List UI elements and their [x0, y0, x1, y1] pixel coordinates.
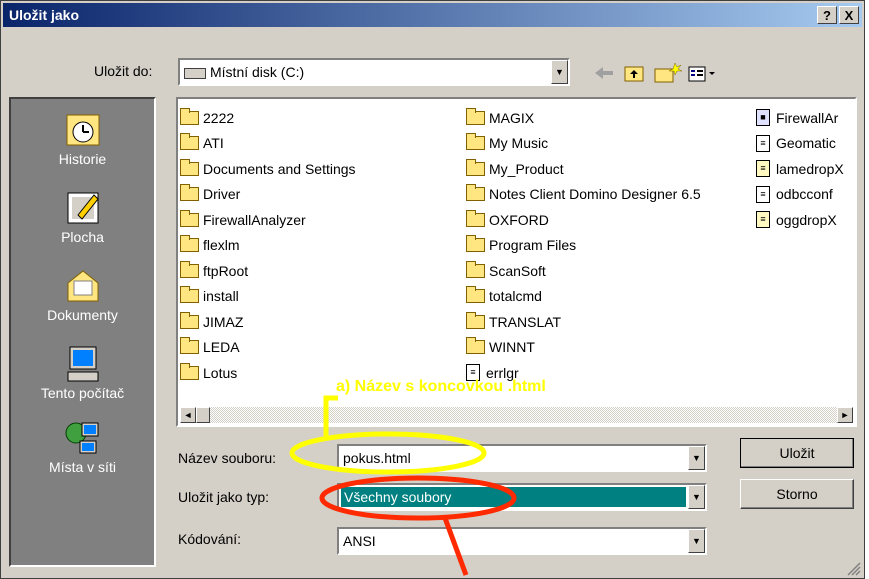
- annotation-shapes: [289, 395, 517, 576]
- annotation-ellipse-filename: [289, 431, 487, 475]
- annotation-ellipse-type: [319, 475, 517, 521]
- annotation-pointer-yellow: [323, 395, 338, 436]
- annotation-pointer-red: [442, 517, 469, 576]
